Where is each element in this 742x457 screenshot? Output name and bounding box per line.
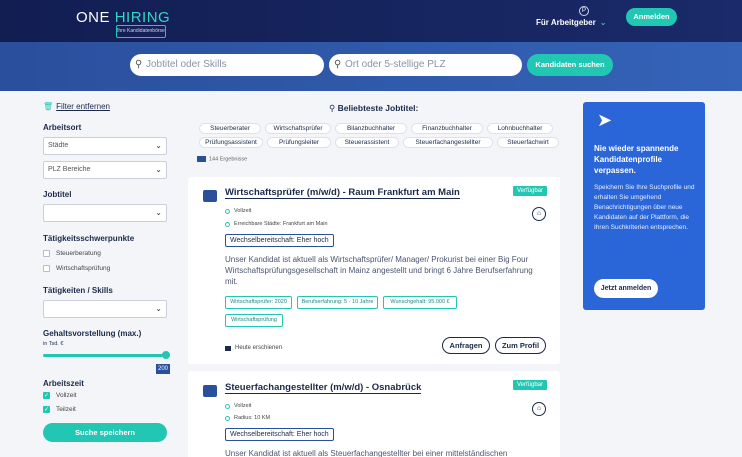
salary-slider-track[interactable] [43, 354, 167, 357]
chip-steuerberater[interactable]: Steuerberater [199, 123, 261, 134]
skill-tag: Berufserfahrung: 5 - 10 Jahre [297, 296, 378, 309]
candidates-icon [197, 156, 206, 162]
cities-select[interactable]: Städte ⌄ [43, 137, 167, 155]
employer-menu[interactable]: Für Arbeitgeber ⌄ [536, 18, 606, 27]
chevron-down-icon: ⌄ [155, 208, 162, 217]
candidate-description: Unser Kandidat ist aktuell als Steuerfac… [225, 449, 508, 457]
plz-select[interactable]: PLZ Bereiche ⌄ [43, 161, 167, 179]
location-info: Erreichbare Städte: Frankfurt am Main [225, 221, 328, 227]
schwerpunkte-label: Tätigkeitsschwerpunkte [43, 234, 135, 243]
location-pin-icon [225, 415, 230, 421]
search-candidates-button[interactable]: Kandidaten suchen [527, 54, 613, 76]
chip-lohnbuchhalter[interactable]: Lohnbuchhalter [487, 123, 553, 134]
chip-steuerfachwirt[interactable]: Steuerfachwirt [497, 137, 559, 148]
promo-title: Nie wieder spannende Kandidatenprofile v… [594, 144, 679, 175]
candidate-card: Steuerfachangestellter (m/w/d) - Osnabrü… [188, 371, 560, 457]
candidate-title-link[interactable]: Wirtschaftsprüfer (m/w/d) - Raum Frankfu… [225, 187, 460, 199]
posted-date: Heute erschienen [225, 345, 282, 351]
search-icon: ⚲ [135, 59, 143, 70]
chevron-down-icon: ⌄ [155, 165, 162, 174]
top-navbar: ONE HIRING Ihre Kandidatenbörse P Für Ar… [0, 0, 742, 42]
willingness-badge: Wechselbereitschaft: Eher hoch [225, 428, 334, 441]
status-badge: Verfügbar [513, 186, 547, 196]
candidate-id-icon [203, 385, 217, 397]
bookmark-icon[interactable]: ⌂ [532, 207, 546, 221]
location-pin-icon [225, 221, 230, 227]
taetigkeiten-label: Tätigkeiten / Skills [43, 286, 113, 295]
promo-text: Speichern Sie Ihre Suchprofile und erhal… [594, 184, 695, 231]
location-info: Radius: 10 KM [225, 415, 270, 421]
chip-bilanzbuchhalter[interactable]: Bilanzbuchhalter [335, 123, 407, 134]
work-type: Vollzeit [225, 208, 251, 214]
skills-search-input[interactable]: ⚲ Jobtitel oder Skills [130, 54, 324, 76]
calendar-icon [225, 345, 231, 351]
skills-select[interactable]: ⌄ [43, 300, 167, 318]
chip-pruefungsassistent[interactable]: Prüfungsassistent [199, 137, 263, 148]
chip-wirtschaftspruefer[interactable]: Wirtschaftsprüfer [265, 123, 331, 134]
remove-filter-link[interactable]: 🗑 Filter entfernen [43, 102, 110, 111]
chip-pruefungsleiter[interactable]: Prüfungsleiter [267, 137, 331, 148]
skill-tag: Wirtschaftsprüfer: 2020 [225, 296, 292, 309]
salary-slider-value: 200 [156, 364, 170, 374]
checkbox-vollzeit[interactable]: ✓ Vollzeit [43, 392, 77, 399]
notification-promo: ➤ Nie wieder spannende Kandidatenprofile… [583, 102, 705, 310]
checkbox-teilzeit[interactable]: ✓ Teilzeit [43, 406, 76, 413]
profile-icon[interactable]: P [579, 6, 589, 16]
save-search-button[interactable]: Suche speichern [43, 423, 167, 442]
popular-titles-heading: ⚲ Beliebteste Jobtitel: [329, 103, 419, 113]
arbeitsort-label: Arbeitsort [43, 123, 82, 132]
logo-tagline: Ihre Kandidatenbörse [116, 25, 166, 38]
checkbox-wirtschaftspruefung[interactable]: Wirtschaftsprüfung [43, 265, 110, 272]
chevron-down-icon: ⌄ [155, 304, 162, 313]
chevron-down-icon: ⌄ [155, 141, 162, 150]
search-bar: ⚲ Jobtitel oder Skills ⚲ Ort oder 5-stel… [0, 42, 742, 91]
work-type: Vollzeit [225, 403, 251, 409]
jobtitel-label: Jobtitel [43, 190, 72, 199]
candidate-title-link[interactable]: Steuerfachangestellter (m/w/d) - Osnabrü… [225, 382, 422, 394]
request-button[interactable]: Anfragen [442, 337, 490, 354]
login-button[interactable]: Anmelden [626, 8, 677, 26]
candidate-id-icon [203, 190, 217, 202]
search-icon: ⚲ [329, 103, 338, 113]
profile-button[interactable]: Zum Profil [495, 337, 546, 354]
chevron-down-icon: ⌄ [599, 18, 607, 27]
gehalt-unit: in Tsd. € [43, 341, 64, 347]
bookmark-icon[interactable]: ⌂ [532, 402, 546, 416]
chip-steuerassistent[interactable]: Steuerassistent [335, 137, 399, 148]
register-now-button[interactable]: Jetzt anmelden [594, 279, 658, 298]
jobtitle-select[interactable]: ⌄ [43, 204, 167, 222]
one-hiring-logo[interactable]: ONE HIRING Ihre Kandidatenbörse [76, 9, 170, 38]
checkbox-steuerberatung[interactable]: Steuerberatung [43, 250, 101, 257]
status-badge: Verfügbar [513, 380, 547, 390]
clock-icon [225, 208, 230, 214]
location-input[interactable]: ⚲ Ort oder 5-stellige PLZ [329, 54, 522, 76]
salary-slider-handle[interactable] [162, 351, 170, 359]
skill-tag: Wirtschaftsprüfung [225, 314, 283, 327]
clock-icon [225, 403, 230, 409]
results-count: 144 Ergebnisse [197, 156, 247, 162]
skill-tag: Wunschgehalt: 95.000 € [383, 296, 457, 309]
willingness-badge: Wechselbereitschaft: Eher hoch [225, 234, 334, 247]
trash-icon: 🗑 [43, 102, 54, 111]
gehalt-label: Gehaltsvorstellung (max.) [43, 329, 142, 338]
arbeitszeit-label: Arbeitszeit [43, 379, 84, 388]
chip-finanzbuchhalter[interactable]: Finanzbuchhalter [411, 123, 483, 134]
candidate-card: Wirtschaftsprüfer (m/w/d) - Raum Frankfu… [188, 177, 560, 364]
candidate-description: Unser Kandidat ist aktuell als Wirtschaf… [225, 255, 533, 286]
location-pin-icon: ⚲ [334, 59, 342, 70]
paper-plane-icon: ➤ [597, 110, 613, 130]
chip-steuerfachangestellter[interactable]: Steuerfachangestellter [403, 137, 493, 148]
